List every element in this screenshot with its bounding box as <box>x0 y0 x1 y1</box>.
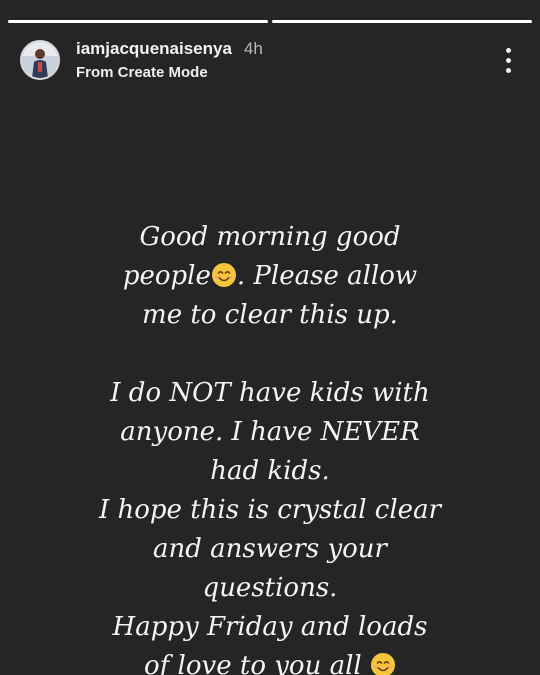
story-line-part: of love to you all <box>144 651 362 675</box>
progress-segment-2 <box>272 20 532 23</box>
story-line: anyone. I have NEVER <box>120 417 420 447</box>
story-line: questions. <box>202 573 338 603</box>
story-text-block: Good morning good people . Please allow m… <box>60 218 480 675</box>
progress-fill-2 <box>272 20 532 23</box>
smiling-face-emoji-icon <box>211 263 236 287</box>
create-mode-label[interactable]: From Create Mode <box>76 64 263 81</box>
story-line-part: . Please allow <box>236 261 418 291</box>
story-line: me to clear this up. <box>142 300 398 330</box>
story-blank-line <box>60 335 480 374</box>
story-header: iamjacquenaisenya 4h From Create Mode <box>20 36 520 84</box>
avatar[interactable] <box>20 40 60 80</box>
story-line: of love to you all <box>60 647 480 675</box>
more-vertical-icon[interactable] <box>496 40 520 80</box>
story-line: Happy Friday and loads <box>112 612 428 642</box>
story-line: and answers your <box>153 534 387 564</box>
story-viewer[interactable]: iamjacquenaisenya 4h From Create Mode Go… <box>0 0 540 675</box>
progress-fill-1 <box>8 20 268 23</box>
post-time: 4h <box>243 38 263 58</box>
story-line: I hope this is crystal clear <box>98 495 441 525</box>
smiling-face-emoji-icon <box>370 653 395 675</box>
progress-segment-1 <box>8 20 268 23</box>
story-meta: iamjacquenaisenya 4h From Create Mode <box>76 39 263 82</box>
username-link[interactable]: iamjacquenaisenya <box>76 39 232 59</box>
story-line: I do NOT have kids with <box>110 378 430 408</box>
story-progress-bar <box>8 20 532 23</box>
story-line-part: people <box>122 261 211 291</box>
story-line: people . Please allow <box>60 257 480 296</box>
story-line: Good morning good <box>139 222 401 252</box>
story-line: had kids. <box>210 456 330 486</box>
